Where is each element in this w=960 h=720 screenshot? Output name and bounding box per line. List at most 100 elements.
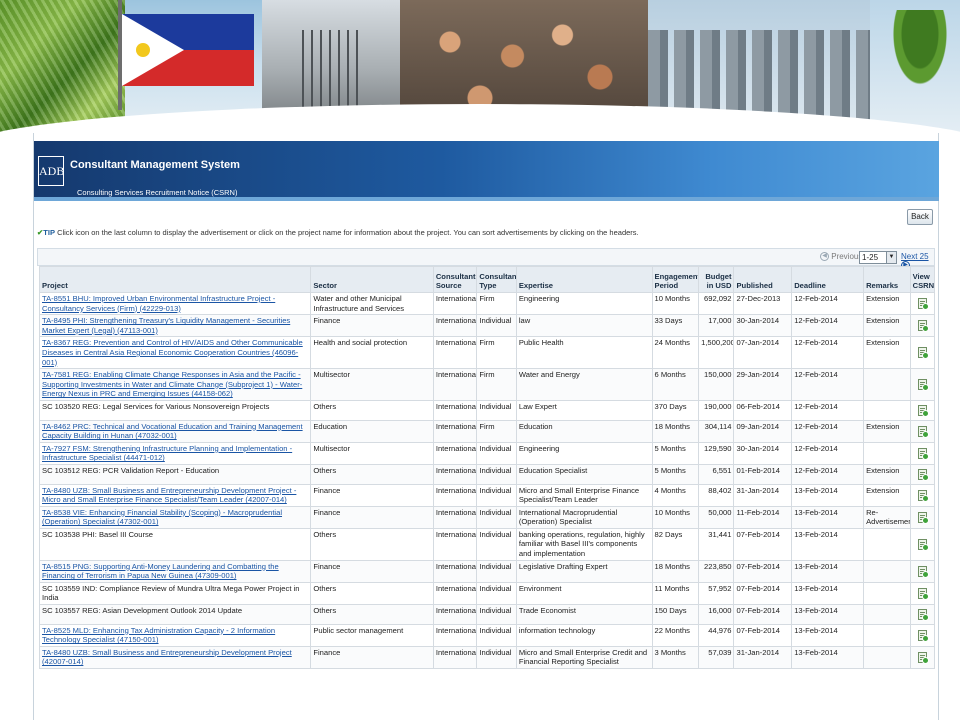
cell-view-csrn — [909, 559, 936, 583]
cell-expertise: International Macroprudential (Operation… — [515, 505, 653, 529]
cell-consultant-source: International — [432, 441, 478, 465]
cell-consultant-type: Individual — [476, 463, 517, 485]
back-button[interactable]: Back — [907, 209, 933, 225]
cell-expertise: Public Health — [515, 336, 653, 370]
cell-view-csrn — [909, 623, 936, 647]
view-document-icon[interactable] — [917, 298, 929, 311]
cell-budget: 692,092 — [698, 291, 735, 316]
project-link[interactable]: TA-8495 PHI: Strengthening Treasury's Li… — [42, 316, 290, 335]
pagination-bar: ◀ Previous 1-25 ▼ Next 25 ▶ — [37, 248, 935, 271]
cell-remarks: Extension — [863, 336, 911, 370]
cell-deadline: 13-Feb-2014 — [791, 527, 865, 561]
cell-consultant-source: International — [432, 623, 478, 647]
cell-sector: Water and other Municipal Infrastructure… — [310, 291, 434, 316]
cell-view-csrn — [909, 463, 936, 485]
cell-deadline: 13-Feb-2014 — [791, 623, 865, 647]
view-document-icon[interactable] — [917, 347, 929, 360]
view-document-icon[interactable] — [917, 538, 929, 551]
cell-budget: 304,114 — [698, 419, 735, 443]
cell-view-csrn — [909, 645, 936, 670]
chevron-down-icon[interactable]: ▼ — [886, 252, 896, 263]
cell-remarks — [863, 645, 911, 670]
table-row: TA-8462 PRC: Technical and Vocational Ed… — [38, 419, 936, 443]
project-link[interactable]: TA-8480 UZB: Small Business and Entrepre… — [42, 648, 292, 667]
header-sector[interactable]: Sector — [310, 266, 434, 293]
project-link[interactable]: TA-7581 REG: Enabling Climate Change Res… — [42, 370, 302, 398]
cell-published: 27-Dec-2013 — [733, 291, 793, 316]
header-engagement-period[interactable]: Engagement Period — [651, 266, 700, 293]
header-deadline[interactable]: Deadline — [791, 266, 865, 293]
header-published[interactable]: Published — [733, 266, 793, 293]
project-link[interactable]: TA-8525 MLD: Enhancing Tax Administratio… — [42, 626, 275, 645]
cell-sector: Education — [310, 419, 434, 443]
cell-deadline: 12-Feb-2014 — [791, 336, 865, 370]
project-link[interactable]: TA-8551 BHU: Improved Urban Environmenta… — [42, 294, 275, 313]
cell-budget: 150,000 — [698, 368, 735, 401]
cell-published: 30-Jan-2014 — [733, 314, 793, 338]
cell-deadline: 12-Feb-2014 — [791, 291, 865, 316]
view-document-icon[interactable] — [917, 652, 929, 665]
cell-consultant-type: Individual — [476, 581, 517, 606]
project-link[interactable]: TA-8515 PNG: Supporting Anti-Money Laund… — [42, 562, 279, 581]
cell-project: SC 103512 REG: PCR Validation Report - E… — [38, 463, 312, 485]
cell-remarks — [863, 559, 911, 583]
header-consultant-source[interactable]: Consultant Source — [432, 266, 478, 293]
table-row: TA-7927 FSM: Strengthening Infrastructur… — [38, 441, 936, 465]
view-document-icon[interactable] — [917, 425, 929, 438]
header-budget[interactable]: Budget in USD — [698, 266, 735, 293]
view-document-icon[interactable] — [917, 379, 929, 392]
cell-sector: Finance — [310, 314, 434, 338]
header-project[interactable]: Project — [38, 266, 312, 293]
view-document-icon[interactable] — [917, 468, 929, 481]
cell-sector: Finance — [310, 559, 434, 583]
cell-budget: 50,000 — [698, 505, 735, 529]
cell-engagement-period: 10 Months — [651, 505, 700, 529]
cell-published: 07-Feb-2014 — [733, 623, 793, 647]
cell-remarks — [863, 399, 911, 421]
cell-consultant-source: International — [432, 645, 478, 670]
project-link[interactable]: TA-8367 REG: Prevention and Control of H… — [42, 338, 303, 366]
view-document-icon[interactable] — [917, 448, 929, 461]
cell-published: 01-Feb-2014 — [733, 463, 793, 485]
cell-budget: 88,402 — [698, 483, 735, 507]
header-consultant-type[interactable]: Consultant Type — [476, 266, 517, 293]
cell-view-csrn — [909, 483, 936, 507]
cell-budget: 16,000 — [698, 604, 735, 625]
view-document-icon[interactable] — [917, 320, 929, 333]
cell-project: SC 103559 IND: Compliance Review of Mund… — [38, 581, 312, 606]
cell-view-csrn — [909, 368, 936, 401]
cell-sector: Multisector — [310, 441, 434, 465]
adb-logo[interactable]: ADB — [38, 156, 64, 186]
cell-sector: Finance — [310, 645, 434, 670]
page-range-select[interactable]: 1-25 ▼ — [859, 251, 897, 264]
cell-published: 09-Jan-2014 — [733, 419, 793, 443]
table-row: SC 103557 REG: Asian Development Outlook… — [38, 604, 936, 625]
cell-published: 07-Feb-2014 — [733, 559, 793, 583]
table-row: SC 103520 REG: Legal Services for Variou… — [38, 399, 936, 421]
cell-sector: Public sector management — [310, 623, 434, 647]
project-link[interactable]: TA-8538 VIE: Enhancing Financial Stabili… — [42, 508, 282, 527]
cell-sector: Others — [310, 581, 434, 606]
project-link[interactable]: TA-8462 PRC: Technical and Vocational Ed… — [42, 422, 303, 441]
view-document-icon[interactable] — [917, 588, 929, 601]
cell-project: TA-8462 PRC: Technical and Vocational Ed… — [38, 419, 312, 443]
view-document-icon[interactable] — [917, 609, 929, 622]
header-remarks[interactable]: Remarks — [863, 266, 911, 293]
project-link[interactable]: TA-7927 FSM: Strengthening Infrastructur… — [42, 444, 292, 463]
view-document-icon[interactable] — [917, 629, 929, 642]
cell-sector: Others — [310, 604, 434, 625]
view-document-icon[interactable] — [917, 511, 929, 524]
project-link[interactable]: TA-8480 UZB: Small Business and Entrepre… — [42, 486, 296, 505]
cell-deadline: 12-Feb-2014 — [791, 441, 865, 465]
view-document-icon[interactable] — [917, 404, 929, 417]
view-document-icon[interactable] — [917, 489, 929, 502]
cell-engagement-period: 18 Months — [651, 419, 700, 443]
cell-consultant-type: Individual — [476, 623, 517, 647]
cell-deadline: 13-Feb-2014 — [791, 581, 865, 606]
cell-remarks: Extension — [863, 419, 911, 443]
previous-link: ◀ Previous — [820, 252, 862, 262]
cell-view-csrn — [909, 505, 936, 529]
cell-budget: 57,952 — [698, 581, 735, 606]
header-expertise[interactable]: Expertise — [515, 266, 653, 293]
view-document-icon[interactable] — [917, 565, 929, 578]
